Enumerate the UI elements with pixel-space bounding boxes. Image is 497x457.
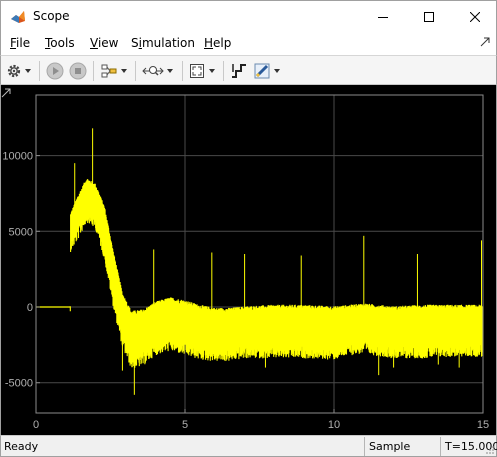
y-tick-label: 10000 [2,151,33,163]
menu-view[interactable]: View [90,36,118,50]
toolbar [0,55,497,85]
toolbar-separator [39,61,40,81]
zoom-button[interactable] [142,60,173,82]
scope-plot[interactable]: 0 5 10 15 10000 5000 0 -5000 [1,85,496,435]
menu-file[interactable]: File [10,36,30,50]
chevron-down-icon [209,69,215,73]
stop-icon [69,62,87,80]
maximize-button[interactable] [406,1,452,32]
sample-mode-label: Sample based [364,437,440,456]
toolbar-separator [135,61,136,81]
y-tick-label: -5000 [5,378,33,390]
close-button[interactable] [452,1,497,32]
chevron-down-icon [167,69,173,73]
signal-trace [36,128,484,395]
fit-axes-icon [190,64,204,78]
run-button[interactable] [46,60,64,82]
window-title: Scope [33,9,70,23]
signal-select-icon [101,64,117,78]
run-icon [46,62,64,80]
tick-labels: 0 5 10 15 10000 5000 0 -5000 [2,151,489,431]
zoom-icon [142,66,164,76]
highlight-button[interactable] [253,60,280,82]
x-tick-label: 15 [477,419,489,431]
menu-bar: File Tools View Simulation Help [0,31,497,55]
dock-arrow-icon[interactable] [480,37,490,47]
menu-simulation[interactable]: Simulation [131,36,195,50]
gear-icon [7,64,21,78]
matlab-app-icon [11,11,25,23]
cursor-measure-button[interactable] [230,60,248,82]
x-tick-label: 5 [182,419,188,431]
title-bar[interactable]: Scope [0,0,497,31]
toolbar-separator [182,61,183,81]
chevron-down-icon [121,69,127,73]
chevron-down-icon [274,69,280,73]
y-tick-label: 5000 [9,226,33,238]
chevron-down-icon [25,69,31,73]
status-text: Ready [4,440,39,453]
signal-band [69,179,484,368]
signal-select-button[interactable] [100,60,127,82]
settings-button[interactable] [6,60,31,82]
resize-grip-icon[interactable] [485,445,495,455]
x-tick-label: 0 [33,419,39,431]
close-icon [470,11,480,22]
minimize-icon [378,16,388,18]
menu-help[interactable]: Help [204,36,231,50]
undock-axes-icon[interactable] [1,88,11,98]
maximize-icon [424,11,434,22]
cursor-measure-icon [232,64,246,78]
stop-button[interactable] [69,60,87,82]
highlight-icon [254,63,270,79]
y-tick-label: 0 [27,302,33,314]
scope-display[interactable]: 0 5 10 15 10000 5000 0 -5000 [0,85,497,435]
x-tick-label: 10 [328,419,340,431]
toolbar-separator [223,61,224,81]
menu-tools[interactable]: Tools [45,36,75,50]
toolbar-separator [93,61,94,81]
minimize-button[interactable] [360,1,406,32]
fit-axes-button[interactable] [188,60,215,82]
status-bar: Ready Sample based T=15.000 [0,435,497,457]
